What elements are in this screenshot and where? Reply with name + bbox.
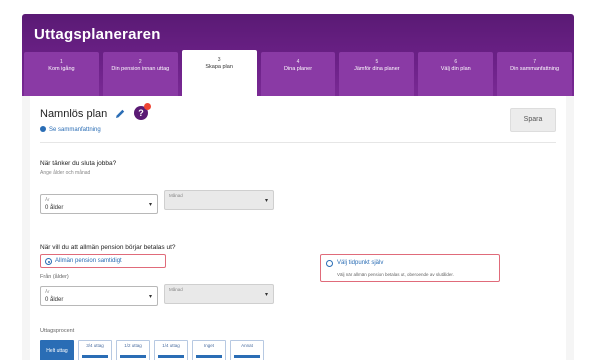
step-number: 6: [454, 59, 458, 65]
step-label: Din sammanfattning: [510, 66, 560, 72]
chip-label: Inget: [203, 343, 214, 348]
step-tab-2[interactable]: 2 Din pension innan uttag: [102, 52, 178, 96]
select-small-label: Månad: [169, 287, 183, 292]
percent-label: Uttagsprocent: [40, 328, 75, 334]
radio-same-time[interactable]: [45, 258, 52, 265]
option-choose-time[interactable]: Välj tidpunkt själv Välj när allmän pens…: [320, 254, 500, 282]
chip-option[interactable]: Annat: [230, 340, 264, 360]
stop-work-hint: Ange ålder och månad: [40, 170, 91, 176]
chip-bar: [196, 355, 222, 358]
app-title: Uttagsplaneraren: [34, 26, 161, 43]
chip-option[interactable]: Helt uttag: [40, 340, 74, 360]
option-same-time-label: Allmän pension samtidigt: [55, 258, 122, 264]
step-number: 3: [217, 57, 221, 63]
chip-bar: [158, 355, 184, 358]
option-choose-time-desc: Välj när allmän pension betalas ut, ober…: [337, 272, 454, 277]
chip-label: Annat: [241, 343, 253, 348]
step-nav: 1 Kom igång 2 Din pension innan uttag 3 …: [22, 50, 574, 96]
notification-dot: [144, 103, 151, 110]
step-number: 1: [60, 59, 63, 65]
step-number: 2: [138, 59, 142, 65]
step-label: Din pension innan uttag: [111, 66, 170, 72]
pencil-icon[interactable]: [114, 108, 126, 120]
stop-year-select[interactable]: År 0 ålder ▾: [40, 194, 158, 214]
chip-label: Helt uttag: [46, 348, 68, 354]
step-label: Skapa plan: [205, 64, 233, 70]
summary-link-text: Se sammanfattning: [49, 127, 101, 133]
select-small-label: Månad: [169, 193, 183, 198]
select-value: 0 ålder: [45, 297, 64, 303]
select-value: 0 ålder: [45, 205, 64, 211]
plan-name: Namnlös plan: [40, 108, 108, 120]
option-same-time[interactable]: Allmän pension samtidigt: [40, 254, 166, 268]
step-tab-5[interactable]: 5 Jämför dina planer: [339, 52, 415, 96]
help-badge[interactable]: ?: [134, 103, 151, 120]
chip-bar: [120, 355, 146, 358]
divider: [40, 142, 556, 143]
step-label: Välj din plan: [440, 66, 471, 72]
chip-label: 3/4 uttag: [86, 343, 104, 348]
chevron-down-icon: ▾: [148, 294, 152, 300]
step-label: Jämför dina planer: [354, 66, 400, 72]
step-label: Dina planer: [283, 66, 313, 72]
step-tab-7[interactable]: 7 Din sammanfattning: [497, 52, 573, 96]
select-small-label: År: [45, 197, 50, 202]
chip-option[interactable]: 1/4 uttag: [154, 340, 188, 360]
chip-option[interactable]: 3/4 uttag: [78, 340, 112, 360]
help-badge-text: ?: [138, 108, 144, 118]
step-number: 4: [296, 59, 300, 65]
stop-work-question: När tänker du sluta jobba?: [40, 160, 117, 167]
chip-label: 1/2 uttag: [124, 343, 142, 348]
step-number: 7: [533, 59, 536, 65]
chip-option[interactable]: 1/2 uttag: [116, 340, 150, 360]
info-icon: [40, 126, 46, 132]
summary-link[interactable]: Se sammanfattning: [40, 126, 101, 133]
stop-month-select[interactable]: Månad ▾: [164, 190, 274, 210]
step-tab-3[interactable]: 3 Skapa plan: [181, 50, 257, 96]
percent-chip-group: Helt uttag 3/4 uttag 1/2 uttag 1/4 uttag…: [40, 340, 264, 360]
app-window: Uttagsplaneraren 1 Kom igång 2 Din pensi…: [22, 14, 574, 360]
step-tab-4[interactable]: 4 Dina planer: [260, 52, 336, 96]
chevron-down-icon: ▾: [264, 292, 268, 298]
chip-option[interactable]: Inget: [192, 340, 226, 360]
payout-question: När vill du att allmän pension börjar be…: [40, 244, 176, 251]
chip-bar: [234, 355, 260, 358]
chevron-down-icon: ▾: [148, 202, 152, 208]
select-small-label: År: [45, 289, 50, 294]
radio-choose-time[interactable]: [326, 260, 333, 267]
chip-label: 1/4 uttag: [162, 343, 180, 348]
app-header: Uttagsplaneraren 1 Kom igång 2 Din pensi…: [22, 14, 574, 96]
step-tab-1[interactable]: 1 Kom igång: [24, 52, 99, 96]
start-month-select[interactable]: Månad ▾: [164, 284, 274, 304]
option-choose-time-label: Välj tidpunkt själv: [337, 260, 384, 266]
step-tab-6[interactable]: 6 Välj din plan: [418, 52, 494, 96]
chip-bar: [82, 355, 108, 358]
chevron-down-icon: ▾: [264, 198, 268, 204]
step-label: Kom igång: [48, 66, 75, 72]
plan-panel: Namnlös plan ? Se sammanfattning Spara N…: [30, 96, 566, 360]
start-year-select[interactable]: År 0 ålder ▾: [40, 286, 158, 306]
save-button[interactable]: Spara: [510, 108, 556, 132]
start-age-label: Från (ålder): [40, 274, 69, 280]
step-number: 5: [375, 59, 379, 65]
